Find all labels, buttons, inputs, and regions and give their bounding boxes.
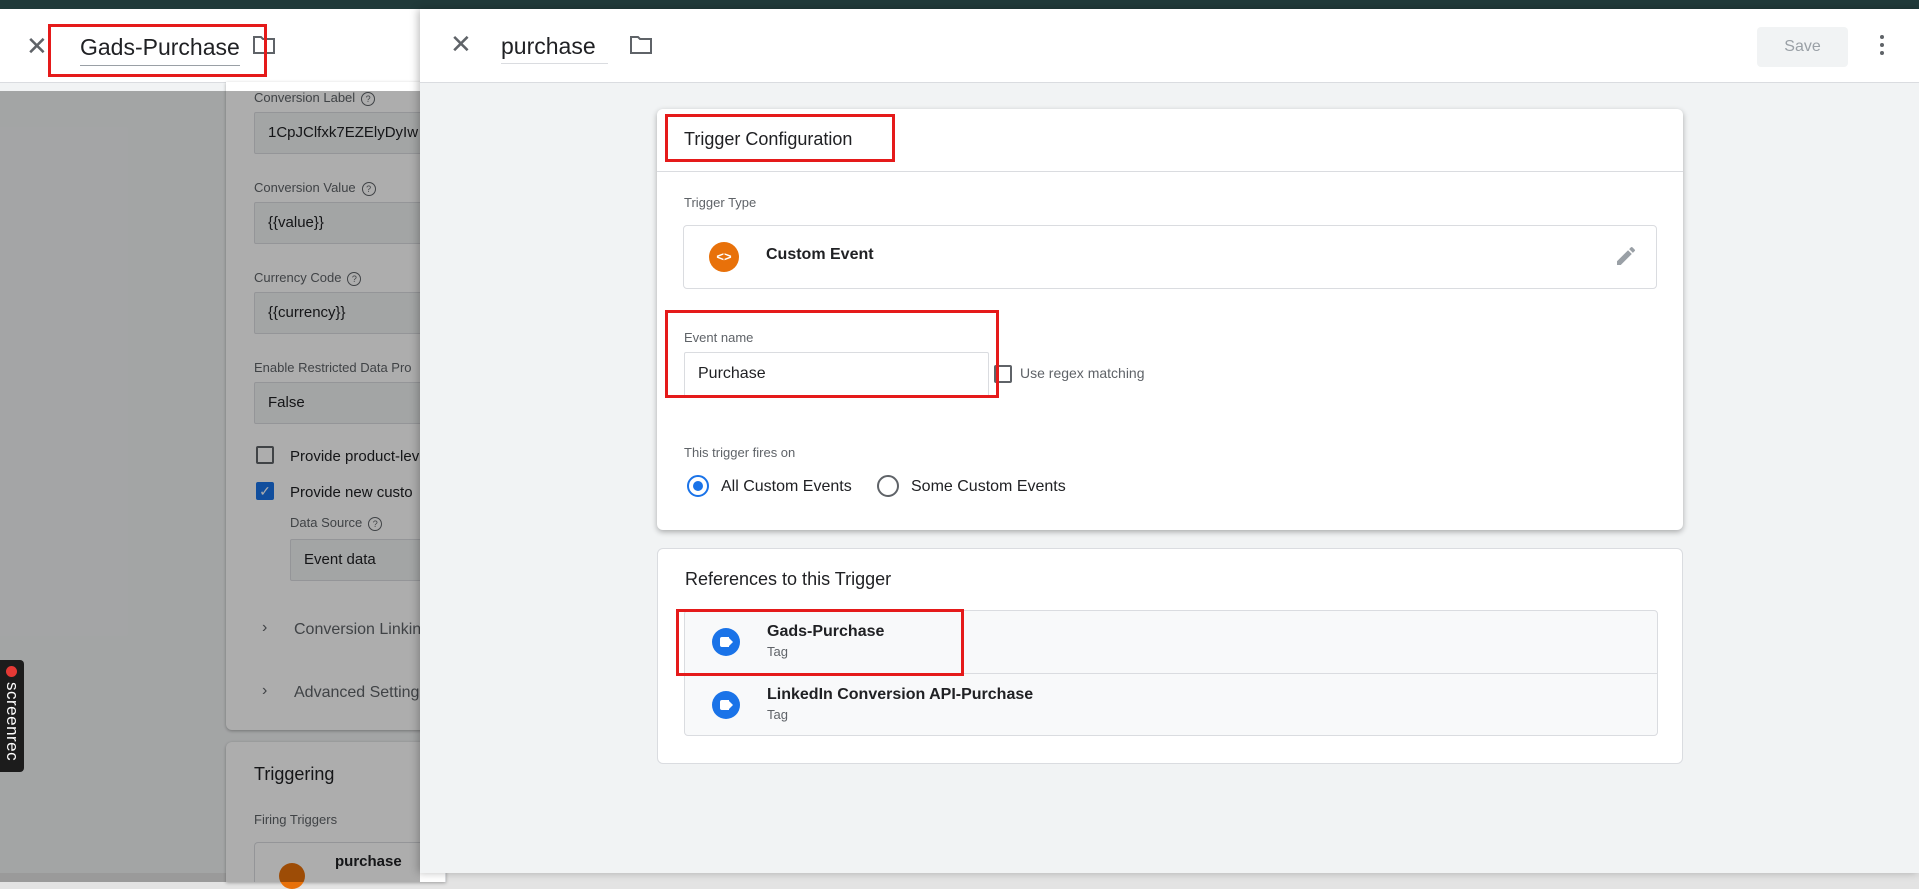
reference-name: LinkedIn Conversion API-Purchase (767, 686, 1034, 703)
trigger-type-name: Custom Event (766, 246, 874, 263)
more-options-icon[interactable] (1880, 33, 1886, 57)
watermark-text: screenrec (3, 682, 22, 762)
all-custom-events-label[interactable]: All Custom Events (721, 478, 852, 496)
event-name-input[interactable]: Purchase (684, 352, 989, 397)
trigger-type-selector[interactable]: <> Custom Event (683, 225, 1657, 289)
regex-checkbox[interactable] (994, 365, 1012, 383)
reference-type: Tag (767, 644, 788, 659)
tag-icon (712, 628, 740, 656)
modal-overlay (0, 91, 420, 882)
reference-name: Gads-Purchase (767, 623, 885, 640)
all-custom-events-radio[interactable] (687, 475, 709, 497)
reference-item[interactable]: LinkedIn Conversion API-Purchase Tag (685, 674, 1657, 735)
window-top-strip (0, 0, 1919, 9)
trigger-panel: ✕ purchase Save Trigger Configuration Tr… (420, 9, 1919, 873)
trigger-type-label: Trigger Type (684, 195, 757, 210)
folder-icon[interactable] (252, 35, 276, 55)
some-custom-events-label[interactable]: Some Custom Events (911, 478, 1066, 496)
regex-label: Use regex matching (1020, 365, 1145, 381)
trigger-configuration-title: Trigger Configuration (684, 129, 853, 149)
card-header: Trigger Configuration (657, 109, 1683, 172)
trigger-name-input[interactable]: purchase (501, 31, 608, 64)
tag-title[interactable]: Gads-Purchase (80, 33, 240, 66)
trigger-configuration-card: Trigger Configuration Trigger Type <> Cu… (657, 109, 1683, 530)
references-list: Gads-Purchase Tag LinkedIn Conversion AP… (684, 610, 1658, 736)
custom-event-icon: <> (709, 242, 739, 272)
folder-icon[interactable] (629, 35, 653, 55)
event-name-label: Event name (684, 330, 754, 345)
record-icon (6, 666, 17, 677)
trigger-panel-header: ✕ purchase Save (420, 9, 1919, 83)
fires-on-label: This trigger fires on (684, 445, 796, 460)
tag-icon (712, 691, 740, 719)
some-custom-events-radio[interactable] (877, 475, 899, 497)
reference-item[interactable]: Gads-Purchase Tag (685, 611, 1657, 674)
references-title: References to this Trigger (685, 569, 892, 589)
reference-type: Tag (767, 707, 788, 722)
save-button[interactable]: Save (1757, 27, 1848, 67)
references-card: References to this Trigger Gads-Purchase… (657, 548, 1683, 764)
edit-pencil-icon[interactable] (1614, 244, 1638, 268)
screenrec-watermark: screenrec (0, 660, 24, 772)
close-icon[interactable]: ✕ (26, 33, 48, 59)
close-icon[interactable]: ✕ (450, 31, 472, 57)
